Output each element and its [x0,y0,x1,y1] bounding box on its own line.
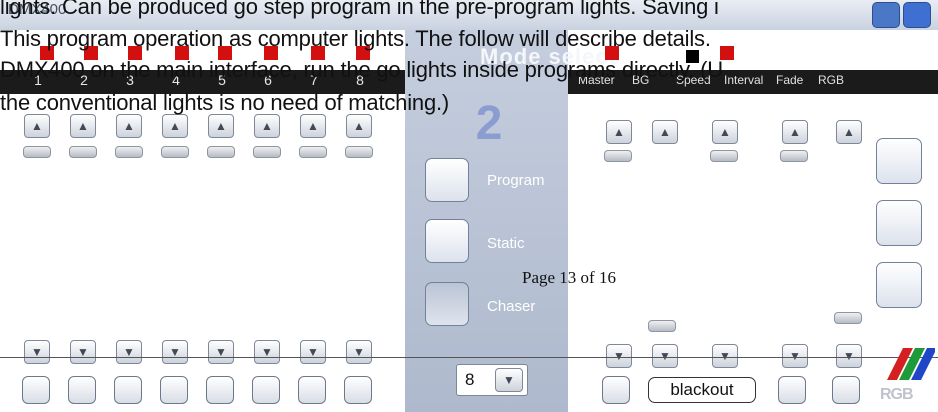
page-number: Page 13 of 16 [522,268,616,287]
mode-number: 2 [475,97,503,150]
fade-slider-knob[interactable] [834,312,862,324]
channel-slider-knob[interactable] [299,146,327,158]
bg-down-button[interactable]: ▼ [652,344,678,368]
channel-down-button[interactable]: ▼ [24,340,50,364]
rgb-logo-text: RGB [880,386,914,403]
channel-down-button[interactable]: ▼ [300,340,326,364]
chaser-mode-button[interactable] [425,282,469,326]
master-slider-knob[interactable] [604,150,632,162]
channel-up-button[interactable]: ▲ [208,114,234,138]
channel-count-select[interactable]: 8 ▼ [456,364,528,396]
channel-button[interactable] [298,376,326,404]
chevron-down-icon[interactable]: ▼ [495,368,523,392]
static-mode-label: Static [487,235,525,252]
channel-slider-knob[interactable] [69,146,97,158]
channel-slider-knob[interactable] [23,146,51,158]
side-button[interactable] [876,262,922,308]
channel-up-button[interactable]: ▲ [70,114,96,138]
channel-count-value: 8 [465,370,475,389]
document-text-line: lights. Can be produced go step program … [0,0,719,19]
speed-up-button[interactable]: ▲ [712,120,738,144]
master-down-button[interactable]: ▼ [606,344,632,368]
channel-button[interactable] [344,376,372,404]
fade-label: Fade [776,73,804,87]
channel-up-button[interactable]: ▲ [116,114,142,138]
program-mode-label: Program [487,172,545,189]
channel-button[interactable] [206,376,234,404]
chaser-mode-label: Chaser [487,298,536,315]
channel-down-button[interactable]: ▼ [254,340,280,364]
channel-down-button[interactable]: ▼ [70,340,96,364]
channel-button[interactable] [68,376,96,404]
interval-slider-knob[interactable] [780,150,808,162]
fade-button[interactable] [832,376,860,404]
interval-up-button[interactable]: ▲ [782,120,808,144]
channel-button[interactable] [114,376,142,404]
bg-slider-knob[interactable] [648,320,676,332]
document-text-line: This program operation as computer light… [0,26,711,51]
close-window-button[interactable] [903,2,931,28]
channel-down-button[interactable]: ▼ [208,340,234,364]
speed-slider-knob[interactable] [710,150,738,162]
channel-down-button[interactable]: ▼ [346,340,372,364]
channel-button[interactable] [252,376,280,404]
side-button[interactable] [876,138,922,184]
document-text-line: the conventional lights is no need of ma… [0,90,450,115]
master-up-button[interactable]: ▲ [606,120,632,144]
interval-button[interactable] [778,376,806,404]
channel-up-button[interactable]: ▲ [300,114,326,138]
fade-down-button[interactable]: ▼ [836,344,862,368]
save-window-button[interactable] [872,2,900,28]
channel-up-button[interactable]: ▲ [346,114,372,138]
channel-slider-knob[interactable] [161,146,189,158]
channel-up-button[interactable]: ▲ [162,114,188,138]
channel-down-button[interactable]: ▼ [162,340,188,364]
document-text-line: DMX400 on the main interface, run the go… [0,57,723,82]
channel-slider-knob[interactable] [253,146,281,158]
channel-slider-knob[interactable] [207,146,235,158]
channel-up-button[interactable]: ▲ [24,114,50,138]
channel-slider-knob[interactable] [115,146,143,158]
rgb-label: RGB [818,73,845,87]
fade-up-button[interactable]: ▲ [836,120,862,144]
program-mode-button[interactable] [425,158,469,202]
speed-down-button[interactable]: ▼ [712,344,738,368]
channel-down-button[interactable]: ▼ [116,340,142,364]
bg-up-button[interactable]: ▲ [652,120,678,144]
page-footer-divider [0,357,938,358]
blackout-button[interactable]: blackout [648,377,756,403]
side-button[interactable] [876,200,922,246]
master-button[interactable] [602,376,630,404]
channel-slider-knob[interactable] [345,146,373,158]
interval-label: Interval [724,73,764,87]
channel-up-button[interactable]: ▲ [254,114,280,138]
channel-button[interactable] [160,376,188,404]
interval-down-button[interactable]: ▼ [782,344,808,368]
channel-button[interactable] [22,376,50,404]
static-mode-button[interactable] [425,219,469,263]
